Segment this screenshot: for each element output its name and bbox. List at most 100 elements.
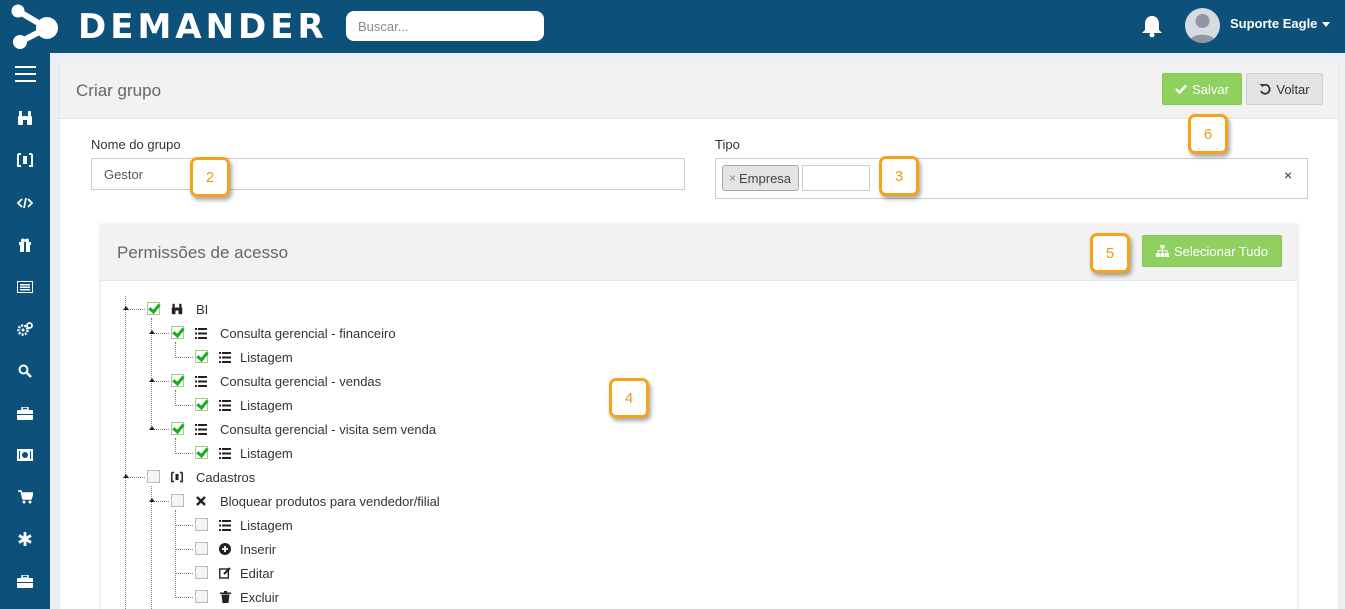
perm-checkbox[interactable]	[171, 494, 184, 507]
clear-icon[interactable]: ×	[1284, 167, 1292, 183]
expand-icon[interactable]	[149, 330, 155, 334]
sidebar-item-asterisk[interactable]	[0, 522, 50, 556]
page-header: Criar grupo Salvar Voltar	[60, 62, 1338, 119]
callout-marker: 2	[190, 157, 230, 197]
share-nodes-icon	[11, 4, 58, 49]
perm-label: Cadastros	[196, 470, 256, 485]
list-icon	[219, 519, 231, 531]
perm-checkbox[interactable]	[147, 470, 160, 483]
tree-line	[175, 405, 193, 406]
briefcase-icon	[17, 574, 33, 588]
sidebar-item-money[interactable]	[0, 438, 50, 472]
perm-label: Listagem	[240, 446, 293, 461]
perm-checkbox[interactable]	[195, 398, 208, 411]
binoculars-icon	[171, 303, 183, 315]
asterisk-icon	[18, 532, 32, 546]
trash-icon	[219, 591, 231, 603]
perm-checkbox[interactable]	[195, 542, 208, 555]
expand-icon[interactable]	[149, 378, 155, 382]
sidebar-item-briefcase[interactable]	[0, 396, 50, 430]
tree-line	[125, 296, 126, 609]
brand-logo[interactable]: DEMANDER	[8, 4, 328, 50]
perm-label: Excluir	[240, 590, 280, 605]
plus-circle-icon	[219, 543, 231, 555]
top-navbar: DEMANDER Suporte Eagle	[0, 0, 1345, 53]
perm-label: Consulta gerencial - visita sem venda	[220, 422, 437, 437]
sidebar-item-search[interactable]	[0, 354, 50, 388]
bell-icon[interactable]	[1141, 14, 1163, 38]
gears-icon	[17, 322, 33, 336]
tree-line	[175, 510, 176, 598]
expand-icon[interactable]	[123, 474, 129, 478]
tag-remove-icon[interactable]: ×	[729, 171, 736, 185]
expand-icon[interactable]	[149, 498, 155, 502]
perm-checkbox[interactable]	[195, 566, 208, 579]
search-input[interactable]	[346, 11, 544, 41]
group-name-input[interactable]	[91, 158, 685, 190]
perm-checkbox[interactable]	[195, 350, 208, 363]
chevron-down-icon[interactable]	[1322, 22, 1330, 27]
type-select[interactable]: × Empresa ×	[715, 158, 1308, 199]
perm-checkbox[interactable]	[195, 590, 208, 603]
user-icon	[1189, 14, 1216, 43]
list-icon	[219, 351, 231, 363]
tree-line	[175, 390, 176, 406]
callout-marker: 4	[609, 378, 649, 418]
perm-label: Listagem	[240, 518, 293, 533]
perm-checkbox[interactable]	[195, 518, 208, 531]
list-card-icon	[17, 281, 33, 293]
callout-marker: 6	[1188, 114, 1228, 154]
group-name-label: Nome do grupo	[91, 137, 181, 152]
list-icon	[219, 447, 231, 459]
back-button[interactable]: Voltar	[1246, 73, 1323, 105]
edit-icon	[219, 567, 231, 579]
sidebar-item-gift[interactable]	[0, 228, 50, 262]
perm-label: Consulta gerencial - vendas	[220, 374, 382, 389]
sidebar-item-settings[interactable]	[0, 312, 50, 346]
permissions-panel: Permissões de acesso Selecionar Tudo	[101, 224, 1297, 609]
sidebar-item-bi[interactable]	[0, 101, 50, 135]
select-all-button[interactable]: Selecionar Tudo	[1142, 235, 1282, 267]
perm-checkbox[interactable]	[171, 422, 184, 435]
type-search-input[interactable]	[802, 165, 870, 191]
sidebar-item-list[interactable]	[0, 270, 50, 304]
list-icon	[195, 375, 207, 387]
code-icon	[17, 197, 33, 209]
tree-line	[175, 573, 193, 574]
undo-icon	[1259, 83, 1271, 95]
save-button[interactable]: Salvar	[1162, 73, 1242, 105]
sidebar-item-cadastros[interactable]	[0, 143, 50, 177]
expand-icon[interactable]	[123, 306, 129, 310]
user-name[interactable]: Suporte Eagle	[1230, 16, 1317, 31]
type-tag-empresa: × Empresa	[722, 165, 800, 191]
sidebar-item-menu[interactable]	[0, 57, 50, 91]
sitemap-icon	[1156, 245, 1170, 257]
page-title: Criar grupo	[76, 81, 162, 100]
times-icon	[195, 495, 207, 507]
perm-label: BI	[196, 302, 209, 317]
perm-label: Inserir	[240, 542, 277, 557]
perm-label: Bloquear produtos para vendedor/filial	[220, 494, 440, 509]
callout-marker: 3	[879, 156, 919, 196]
briefcase-icon	[17, 406, 33, 420]
back-button-label: Voltar	[1276, 81, 1310, 97]
callout-marker: 5	[1090, 233, 1130, 273]
sidebar-item-cart[interactable]	[0, 480, 50, 514]
sidebar-item-briefcase-2[interactable]	[0, 564, 50, 598]
perm-checkbox[interactable]	[147, 302, 160, 315]
permissions-title: Permissões de acesso	[117, 243, 289, 262]
sidebar-item-code[interactable]	[0, 186, 50, 220]
tree-line	[175, 597, 193, 598]
avatar[interactable]	[1185, 8, 1220, 43]
brand-name: DEMANDER	[78, 7, 328, 47]
perm-checkbox[interactable]	[171, 374, 184, 387]
type-label: Tipo	[715, 137, 740, 152]
expand-icon[interactable]	[149, 426, 155, 430]
tree-line	[175, 549, 193, 550]
bracket-icon	[17, 153, 33, 167]
list-icon	[219, 399, 231, 411]
perm-checkbox[interactable]	[171, 326, 184, 339]
perm-checkbox[interactable]	[195, 446, 208, 459]
search-icon	[18, 364, 32, 378]
sidebar	[0, 53, 50, 609]
